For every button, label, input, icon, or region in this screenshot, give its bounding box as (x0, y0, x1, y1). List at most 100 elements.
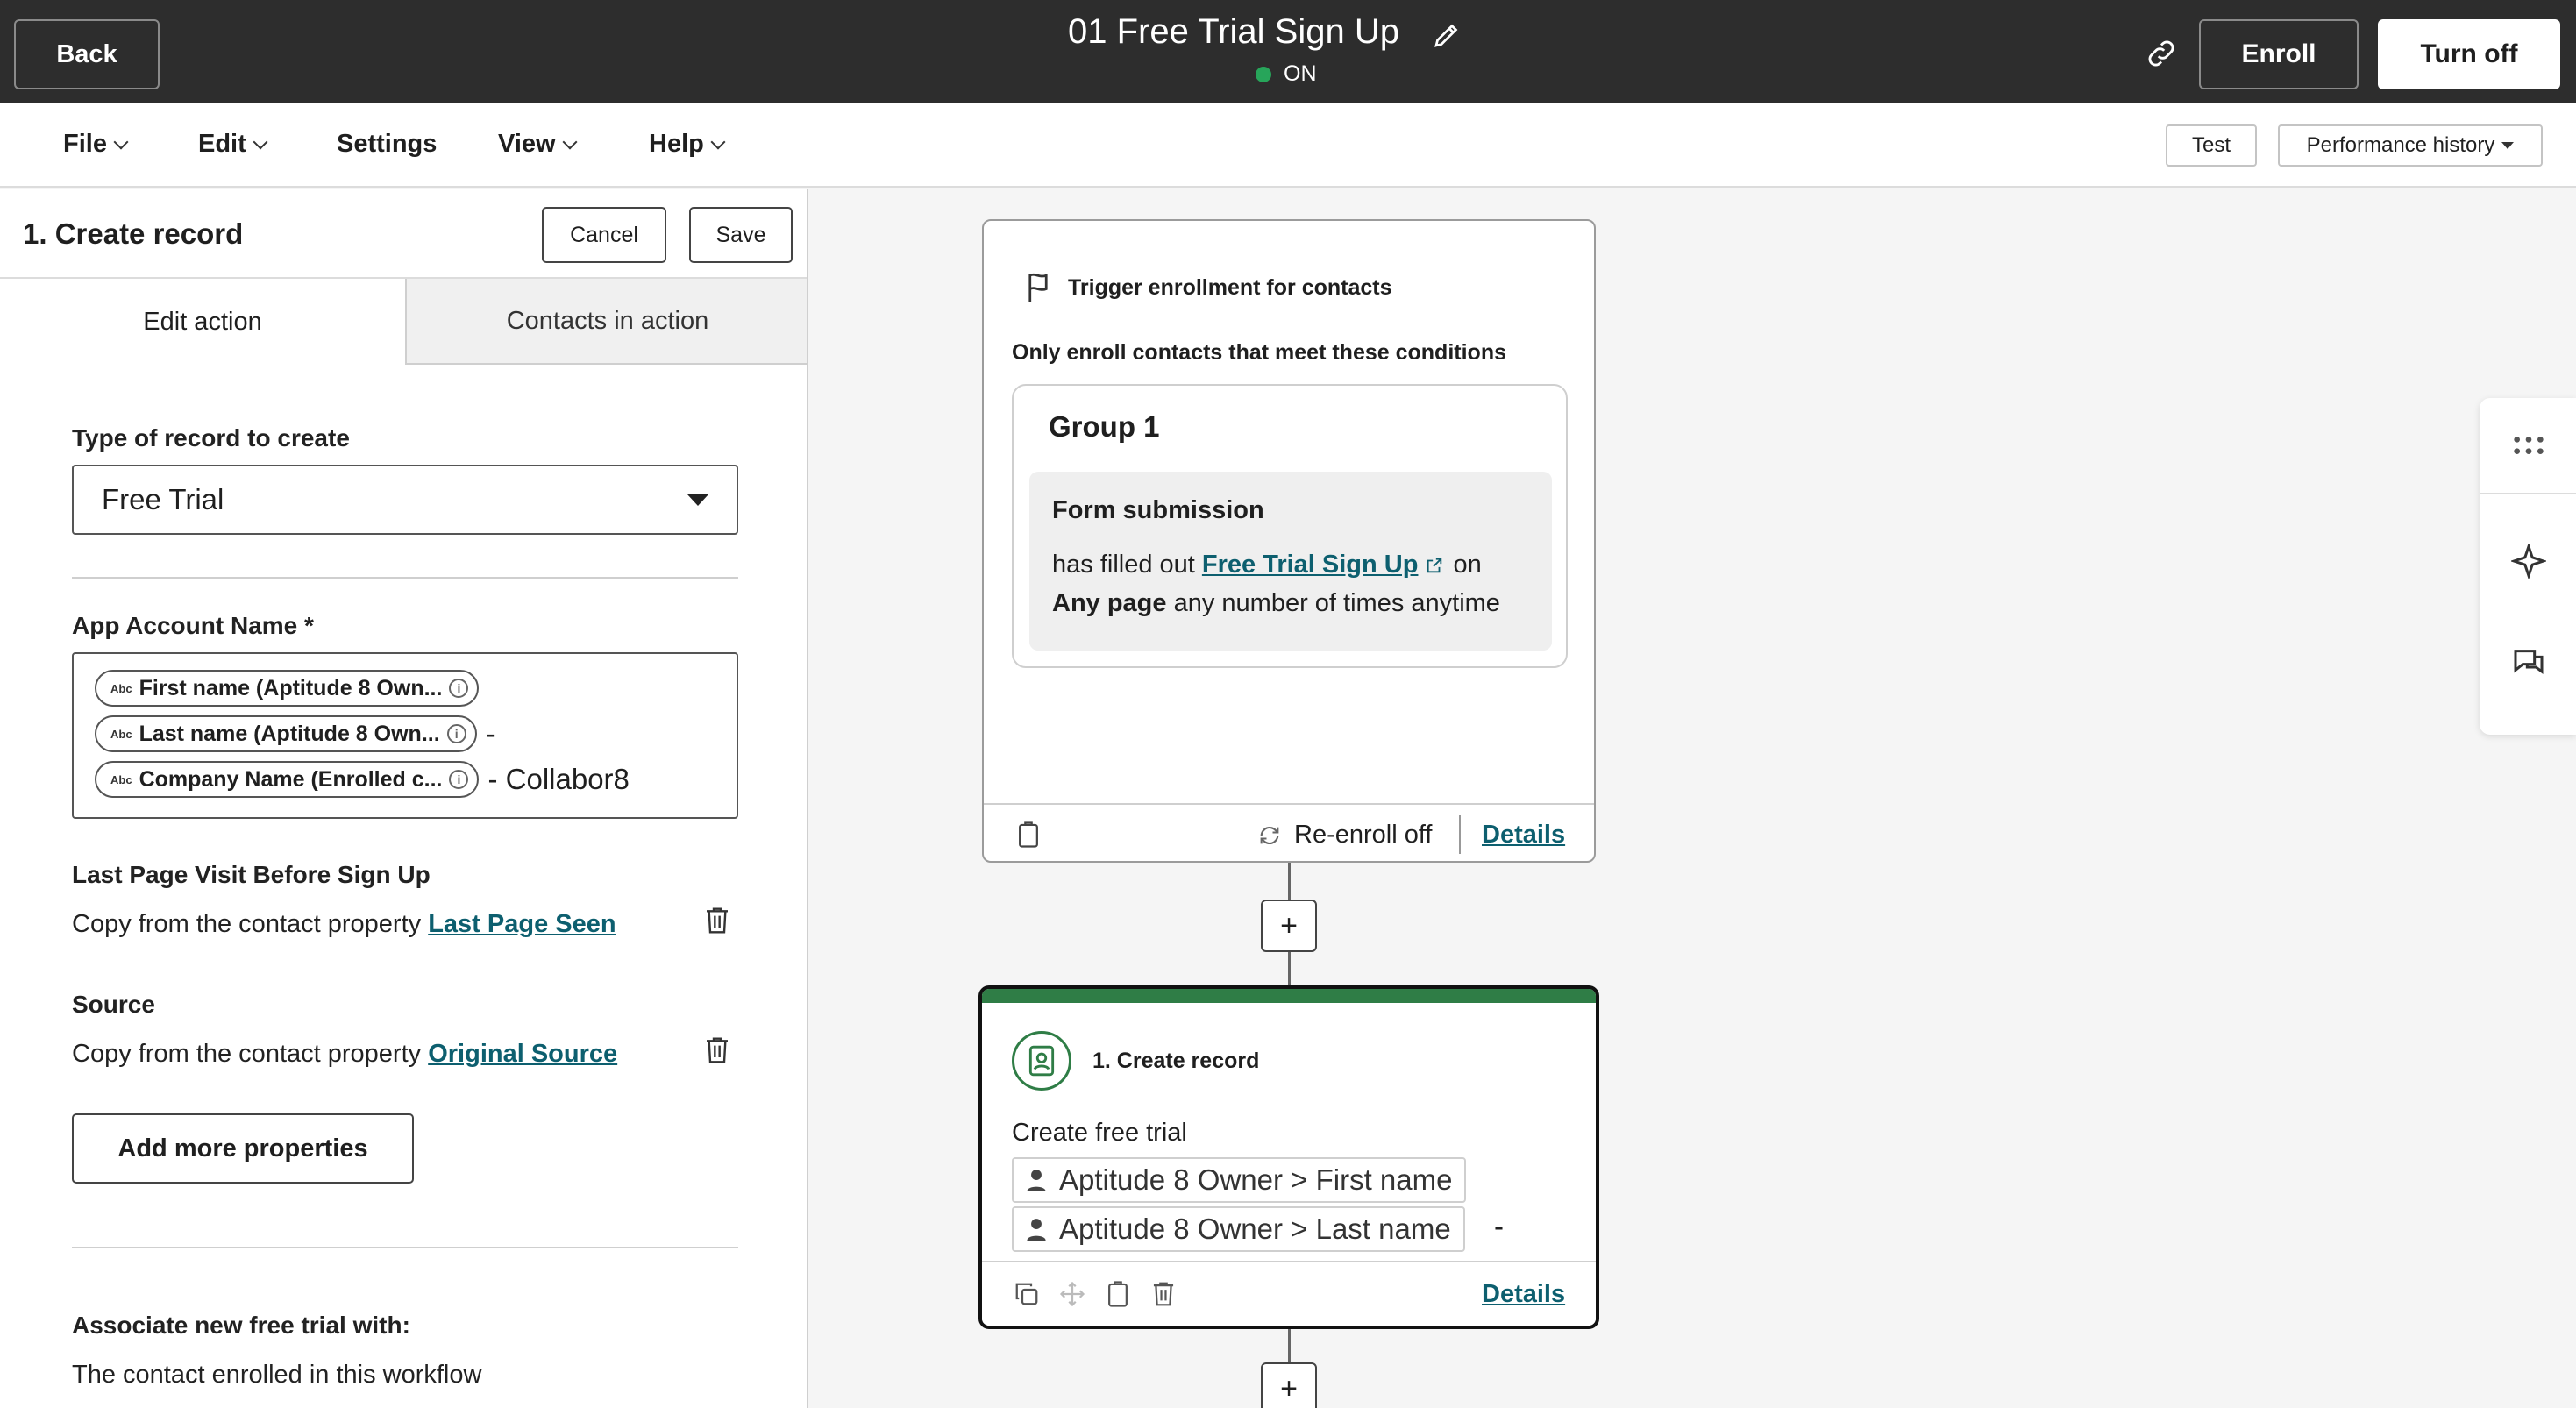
menu-file[interactable]: File (63, 130, 129, 159)
status-text: ON (1284, 61, 1317, 86)
app-account-label: App Account Name * (72, 612, 314, 639)
clipboard-icon[interactable] (1017, 821, 1040, 849)
action-title: 1. Create record (1092, 1049, 1260, 1073)
last-page-mapping: Copy from the contact property Last Page… (72, 910, 616, 939)
tab-contacts-in-action[interactable]: Contacts in action (405, 279, 807, 365)
action-footer: Details (982, 1261, 1596, 1326)
chevron-down-icon (113, 134, 129, 149)
rail-separator (2480, 493, 2576, 494)
condition-title: Form submission (1052, 496, 1264, 524)
performance-history-button[interactable]: Performance history (2278, 124, 2543, 167)
cancel-button[interactable]: Cancel (542, 207, 666, 263)
text-type-icon: Abc (110, 681, 132, 695)
condition-on: on (1453, 551, 1482, 579)
chip-suffix: - (1494, 1210, 1504, 1242)
panel-title: 1. Create record (23, 217, 244, 250)
create-record-action-card[interactable]: 1. Create record Create free trial Aptit… (978, 985, 1599, 1329)
condition-box: Form submission has filled out Free Tria… (1029, 472, 1552, 651)
chevron-down-icon (710, 134, 726, 149)
performance-history-label: Performance history (2306, 133, 2495, 157)
comments-icon[interactable] (2511, 645, 2546, 680)
record-type-select[interactable]: Free Trial (72, 465, 738, 535)
menu-bar: File Edit Settings View Help Test Perfor… (0, 103, 2576, 188)
chevron-down-icon (253, 134, 268, 149)
original-source-link[interactable]: Original Source (428, 1040, 617, 1068)
property-token[interactable]: Abc Last name (Aptitude 8 Own... i (95, 715, 477, 752)
connector-line (1288, 952, 1291, 987)
token-row: Abc First name (Aptitude 8 Own... i (95, 670, 480, 707)
add-step-button[interactable]: + (1261, 900, 1317, 952)
menu-settings[interactable]: Settings (337, 130, 437, 159)
trash-icon[interactable] (703, 905, 731, 936)
copy-prefix: Copy from the contact property (72, 910, 422, 938)
edit-action-panel: 1. Create record Cancel Save Edit action… (0, 189, 808, 1408)
back-button[interactable]: Back (14, 19, 160, 89)
clipboard-icon[interactable] (1105, 1280, 1131, 1308)
property-token[interactable]: Abc First name (Aptitude 8 Own... i (95, 670, 480, 707)
trash-icon[interactable] (1150, 1280, 1177, 1308)
status-dot-icon (1256, 66, 1271, 82)
drag-dots-icon[interactable] (2511, 428, 2546, 463)
menu-help[interactable]: Help (649, 130, 726, 159)
external-link-icon[interactable] (1425, 556, 1444, 575)
caret-down-icon (687, 494, 708, 506)
owner-last-name-chip: Aptitude 8 Owner > Last name (1012, 1206, 1465, 1252)
record-type-value: Free Trial (102, 483, 224, 516)
chip-label: Aptitude 8 Owner > Last name (1059, 1212, 1451, 1245)
menu-help-label: Help (649, 130, 704, 158)
menu-edit[interactable]: Edit (198, 130, 268, 159)
trigger-details-link[interactable]: Details (1482, 821, 1565, 850)
token-row: Abc Last name (Aptitude 8 Own... i - (95, 715, 495, 752)
associate-value: The contact enrolled in this workflow (72, 1361, 482, 1389)
copy-icon[interactable] (1014, 1280, 1040, 1308)
owner-first-name-chip: Aptitude 8 Owner > First name (1012, 1157, 1467, 1203)
menu-settings-label: Settings (337, 130, 438, 158)
footer-separator (1459, 815, 1461, 854)
app-account-name-field[interactable]: Abc First name (Aptitude 8 Own... i Abc … (72, 652, 738, 819)
condition-prefix: has filled out (1052, 551, 1195, 579)
action-details-link[interactable]: Details (1482, 1280, 1565, 1309)
add-more-properties-button[interactable]: Add more properties (72, 1113, 414, 1184)
link-icon[interactable] (2145, 37, 2178, 70)
info-icon[interactable]: i (446, 724, 466, 743)
last-page-label: Last Page Visit Before Sign Up (72, 861, 431, 888)
menu-view[interactable]: View (498, 130, 578, 159)
info-icon[interactable]: i (449, 770, 469, 789)
re-enroll-text: Re-enroll off (1294, 821, 1433, 849)
re-enroll-status[interactable]: Re-enroll off (1257, 821, 1432, 850)
trigger-subtitle: Only enroll contacts that meet these con… (1012, 340, 1506, 365)
tab-edit-action[interactable]: Edit action (0, 279, 405, 365)
save-button[interactable]: Save (689, 207, 793, 263)
copy-prefix: Copy from the contact property (72, 1040, 422, 1068)
condition-line-2: Any page any number of times anytime (1052, 589, 1500, 618)
trash-icon[interactable] (703, 1035, 731, 1066)
trigger-card[interactable]: Trigger enrollment for contacts Only enr… (982, 219, 1596, 863)
enroll-button[interactable]: Enroll (2199, 19, 2359, 89)
info-icon[interactable]: i (449, 679, 469, 698)
person-icon (1027, 1219, 1046, 1241)
property-token[interactable]: Abc Company Name (Enrolled c... i (95, 761, 480, 798)
pencil-icon[interactable] (1431, 19, 1462, 51)
top-header: Back 01 Free Trial Sign Up ON Enroll Tur… (0, 0, 2576, 103)
source-label: Source (72, 991, 155, 1018)
test-button[interactable]: Test (2166, 124, 2257, 167)
move-icon[interactable] (1059, 1280, 1085, 1308)
connector-line (1288, 1329, 1291, 1364)
workflow-status: ON (1256, 61, 1317, 87)
menu-edit-label: Edit (198, 130, 246, 158)
form-link[interactable]: Free Trial Sign Up (1202, 551, 1419, 579)
token-suffix: - Collabor8 (487, 763, 630, 795)
add-step-button[interactable]: + (1261, 1362, 1317, 1408)
action-accent-bar (982, 989, 1596, 1003)
menu-file-label: File (63, 130, 107, 158)
divider (72, 577, 738, 579)
person-icon (1027, 1170, 1046, 1191)
turn-off-button[interactable]: Turn off (2378, 19, 2560, 89)
divider (72, 1247, 738, 1248)
sparkle-icon[interactable] (2511, 544, 2546, 579)
action-subtitle: Create free trial (1012, 1119, 1187, 1147)
condition-line-1: has filled out Free Trial Sign Up on (1052, 551, 1482, 580)
condition-page: Any page (1052, 589, 1167, 617)
token-suffix: - (485, 717, 495, 750)
last-page-seen-link[interactable]: Last Page Seen (428, 910, 616, 938)
